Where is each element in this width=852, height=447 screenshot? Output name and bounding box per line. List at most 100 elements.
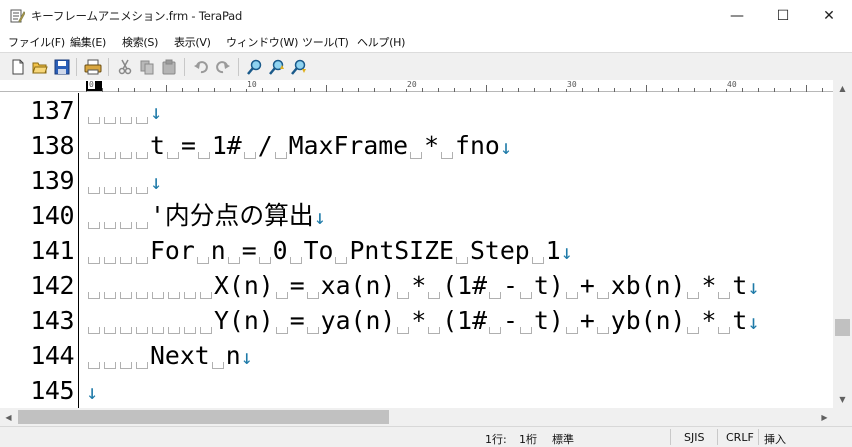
space-marker <box>182 303 198 338</box>
code-text: '内分点の算出↓ <box>86 198 326 235</box>
toolbar-separator <box>108 58 109 76</box>
space-marker <box>150 268 166 303</box>
copy-button[interactable] <box>138 58 156 76</box>
menu-edit[interactable]: 編集(E) <box>70 34 106 50</box>
space-marker <box>487 303 503 338</box>
line-number: 137 <box>30 96 74 125</box>
menu-bar: ファイル(F) 編集(E) 検索(S) 表示(V) ウィンドウ(W) ツール(T… <box>0 31 852 51</box>
scroll-left-icon: ◀ <box>5 412 12 422</box>
terapad-app-icon[interactable] <box>9 8 26 24</box>
minimize-icon: — <box>730 7 744 24</box>
status-separator <box>670 429 671 445</box>
window-title: キーフレームアニメション.frm - TeraPad <box>31 9 243 23</box>
newline-marker: ↓ <box>150 170 163 194</box>
space-marker <box>118 268 134 303</box>
space-marker <box>102 303 118 338</box>
new-file-icon <box>12 59 24 75</box>
find-next-button[interactable] <box>290 58 308 76</box>
cut-button[interactable] <box>116 58 134 76</box>
status-insert-mode: 挿入 <box>764 433 786 446</box>
find-prev-button[interactable] <box>268 58 286 76</box>
space-marker <box>86 128 102 163</box>
space-marker <box>134 268 150 303</box>
space-marker <box>134 233 150 268</box>
space-marker <box>564 268 580 303</box>
redo-icon <box>216 61 230 74</box>
scroll-right-icon: ▶ <box>821 412 828 422</box>
space-marker <box>86 268 102 303</box>
toolbar-separator <box>238 58 239 76</box>
scroll-right-button[interactable]: ▶ <box>816 408 833 426</box>
space-marker <box>395 303 411 338</box>
undo-button[interactable] <box>192 58 210 76</box>
space-marker <box>564 303 580 338</box>
menu-file[interactable]: ファイル(F) <box>8 34 65 50</box>
newline-marker: ↓ <box>747 310 760 334</box>
scroll-up-button[interactable]: ▲ <box>833 80 852 97</box>
editor-line: 144 Next n↓ <box>0 338 833 373</box>
menu-help[interactable]: ヘルプ(H) <box>357 34 405 50</box>
line-number: 141 <box>30 236 74 265</box>
vertical-scroll-thumb[interactable] <box>835 319 850 336</box>
space-marker <box>102 93 118 128</box>
space-marker <box>118 198 134 233</box>
newline-marker: ↓ <box>313 205 326 229</box>
open-file-button[interactable] <box>31 58 49 76</box>
newline-marker: ↓ <box>560 240 573 264</box>
space-marker <box>102 233 118 268</box>
space-marker <box>102 163 118 198</box>
space-marker <box>426 268 442 303</box>
scrollbar-corner <box>833 408 852 426</box>
open-folder-icon <box>32 62 48 74</box>
editor-line: 138 t = 1# / MaxFrame * fno↓ <box>0 128 833 163</box>
scroll-down-button[interactable]: ▼ <box>833 391 852 408</box>
space-marker <box>118 233 134 268</box>
toolbar-separator <box>76 58 77 76</box>
space-marker <box>530 233 546 268</box>
space-marker <box>716 268 732 303</box>
space-marker <box>166 268 182 303</box>
space-marker <box>150 303 166 338</box>
newline-marker: ↓ <box>150 100 163 124</box>
undo-icon <box>194 61 208 74</box>
horizontal-scrollbar[interactable]: ◀ ▶ <box>0 408 833 426</box>
space-marker <box>118 128 134 163</box>
space-marker <box>408 128 424 163</box>
space-marker <box>198 303 214 338</box>
menu-search[interactable]: 検索(S) <box>122 34 158 50</box>
save-icon <box>54 59 70 75</box>
minimize-button[interactable]: — <box>714 0 760 31</box>
save-button[interactable] <box>53 58 71 76</box>
menu-window[interactable]: ウィンドウ(W) <box>226 34 298 50</box>
line-number: 145 <box>30 376 74 405</box>
line-number: 144 <box>30 341 74 370</box>
space-marker <box>134 303 150 338</box>
new-file-button[interactable] <box>9 58 27 76</box>
space-marker <box>196 128 212 163</box>
newline-marker: ↓ <box>240 345 253 369</box>
space-marker <box>182 268 198 303</box>
space-marker <box>454 233 470 268</box>
space-marker <box>274 268 290 303</box>
space-marker <box>86 338 102 373</box>
editor-area[interactable]: 137 ↓ 138 t = 1# / MaxFrame * fno↓ 139 ↓ 140 '内分点の算出↓… <box>0 93 833 408</box>
vertical-scrollbar[interactable]: ▲ ▼ <box>833 80 852 408</box>
horizontal-scroll-thumb[interactable] <box>18 410 389 424</box>
editor-line: 143 Y(n) = ya(n) * (1# - t) + yb(n) * t↓ <box>0 303 833 338</box>
space-marker <box>685 303 701 338</box>
column-ruler: 0 10 20 30 40 <box>0 80 833 92</box>
scroll-left-button[interactable]: ◀ <box>0 408 17 426</box>
maximize-button[interactable]: ☐ <box>760 0 806 31</box>
space-marker <box>305 303 321 338</box>
ruler-label: 40 <box>726 80 738 89</box>
redo-button[interactable] <box>214 58 232 76</box>
find-button[interactable] <box>246 58 264 76</box>
space-marker <box>86 198 102 233</box>
menu-tools[interactable]: ツール(T) <box>302 34 349 50</box>
toolbar-separator <box>184 58 185 76</box>
menu-view[interactable]: 表示(V) <box>174 34 211 50</box>
close-button[interactable]: ✕ <box>806 0 852 31</box>
space-marker <box>165 128 181 163</box>
paste-button[interactable] <box>160 58 178 76</box>
print-button[interactable] <box>84 58 102 76</box>
